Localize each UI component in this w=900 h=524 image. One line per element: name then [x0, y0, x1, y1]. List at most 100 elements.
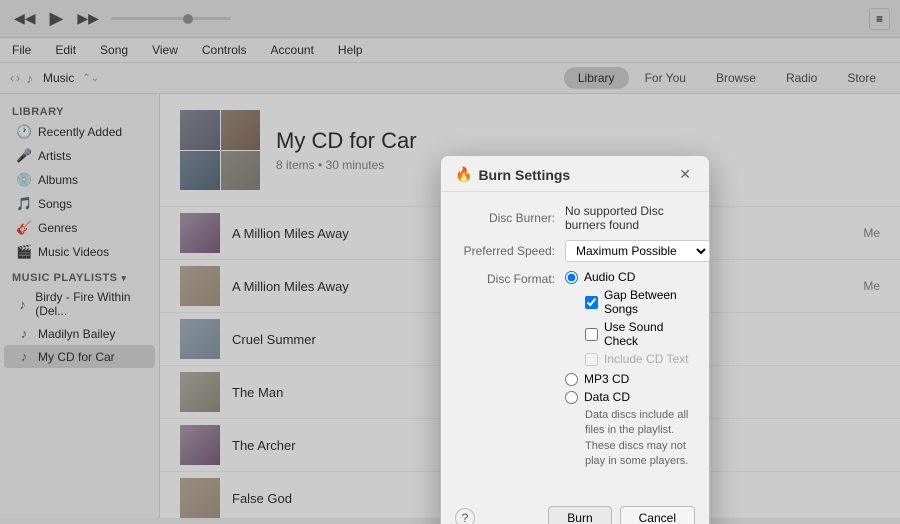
- song-thumb: [180, 266, 220, 306]
- rewind-button[interactable]: ◀◀: [10, 8, 40, 29]
- menu-song[interactable]: Song: [96, 41, 132, 59]
- song-extra: Me: [863, 226, 880, 240]
- playlist-info: My CD for Car 8 items • 30 minutes: [276, 128, 417, 172]
- menu-view[interactable]: View: [148, 41, 182, 59]
- playlist-art: [180, 110, 260, 190]
- data-cd-row: Data CD: [565, 390, 695, 404]
- disc-format-section: Audio CD Gap Between Songs Use Sound Che…: [565, 270, 695, 470]
- art-cell-2: [221, 110, 261, 150]
- song-thumb: [180, 425, 220, 465]
- menu-account[interactable]: Account: [267, 41, 318, 59]
- modal-footer: ? Burn Cancel: [441, 498, 709, 524]
- sidebar-item-recently-added[interactable]: 🕐 Recently Added: [4, 120, 155, 144]
- sidebar-label-madilyn: Madilyn Bailey: [38, 327, 115, 341]
- sidebar-item-my-cd[interactable]: ♪ My CD for Car: [4, 345, 155, 368]
- burn-button[interactable]: Burn: [548, 506, 611, 524]
- music-note-icon: ♪: [26, 70, 33, 86]
- disc-burner-row: Disc Burner: No supported Disc burners f…: [455, 204, 695, 232]
- menu-edit[interactable]: Edit: [51, 41, 80, 59]
- modal-buttons: Burn Cancel: [548, 506, 695, 524]
- playlists-section[interactable]: Music Playlists ▾: [0, 264, 159, 286]
- mp3-cd-radio[interactable]: [565, 373, 578, 386]
- music-videos-icon: 🎬: [16, 244, 32, 260]
- disc-burner-value: No supported Disc burners found: [565, 204, 695, 232]
- use-sound-check-checkbox[interactable]: [585, 328, 598, 341]
- data-cd-radio[interactable]: [565, 391, 578, 404]
- sidebar-label-my-cd: My CD for Car: [38, 350, 115, 364]
- art-cell-4: [221, 151, 261, 191]
- playlist-birdy-icon: ♪: [16, 297, 29, 312]
- preferred-speed-label: Preferred Speed:: [455, 244, 555, 258]
- cancel-button[interactable]: Cancel: [620, 506, 695, 524]
- top-bar-right: ≡: [869, 8, 890, 30]
- nav-back-button[interactable]: ‹: [10, 71, 14, 85]
- sidebar-item-albums[interactable]: 💿 Albums: [4, 168, 155, 192]
- albums-icon: 💿: [16, 172, 32, 188]
- sidebar-label-recently-added: Recently Added: [38, 125, 122, 139]
- playlist-madilyn-icon: ♪: [16, 326, 32, 341]
- close-button[interactable]: ✕: [675, 166, 695, 183]
- disc-format-row: Disc Format: Audio CD Gap Between Songs …: [455, 270, 695, 478]
- nav-stepper[interactable]: ⌃⌄: [82, 73, 99, 84]
- sidebar-item-artists[interactable]: 🎤 Artists: [4, 144, 155, 168]
- mp3-cd-row: MP3 CD: [565, 372, 695, 386]
- sidebar-label-albums: Albums: [38, 173, 78, 187]
- song-title: A Million Miles Away: [232, 226, 448, 241]
- fast-forward-button[interactable]: ▶▶: [73, 8, 103, 29]
- song-title: False God: [232, 491, 455, 506]
- modal-header: 🔥 Burn Settings ✕: [441, 156, 709, 192]
- menu-bar: File Edit Song View Controls Account Hel…: [0, 38, 900, 63]
- audio-cd-radio[interactable]: [565, 271, 578, 284]
- include-cd-text-label: Include CD Text: [604, 352, 689, 366]
- sidebar: Library 🕐 Recently Added 🎤 Artists 💿 Alb…: [0, 94, 160, 518]
- use-sound-check-label: Use Sound Check: [604, 320, 695, 348]
- nav-forward-button[interactable]: ›: [16, 71, 20, 85]
- playlists-chevron-icon: ▾: [122, 273, 127, 284]
- tab-store[interactable]: Store: [833, 67, 890, 89]
- tab-library[interactable]: Library: [564, 67, 629, 89]
- audio-cd-label: Audio CD: [584, 270, 635, 284]
- menu-toggle-button[interactable]: ≡: [869, 8, 890, 30]
- art-cell-1: [180, 110, 220, 150]
- include-cd-text-checkbox[interactable]: [585, 353, 598, 366]
- audio-cd-row: Audio CD: [565, 270, 695, 284]
- menu-controls[interactable]: Controls: [198, 41, 251, 59]
- sidebar-label-music-videos: Music Videos: [38, 245, 109, 259]
- tab-browse[interactable]: Browse: [702, 67, 770, 89]
- sidebar-item-genres[interactable]: 🎸 Genres: [4, 216, 155, 240]
- progress-thumb: [183, 14, 193, 24]
- progress-track: [111, 17, 231, 20]
- art-cell-3: [180, 151, 220, 191]
- sidebar-item-music-videos[interactable]: 🎬 Music Videos: [4, 240, 155, 264]
- song-title: Cruel Summer: [232, 332, 455, 347]
- sidebar-label-birdy: Birdy - Fire Within (Del...: [35, 290, 143, 318]
- tab-radio[interactable]: Radio: [772, 67, 831, 89]
- preferred-speed-select[interactable]: Maximum Possible: [565, 240, 710, 262]
- top-bar: ◀◀ ▶ ▶▶ ≡: [0, 0, 900, 38]
- recently-added-icon: 🕐: [16, 124, 32, 140]
- sidebar-label-artists: Artists: [38, 149, 71, 163]
- gap-between-songs-checkbox[interactable]: [585, 296, 598, 309]
- playlist-meta: 8 items • 30 minutes: [276, 158, 417, 172]
- song-title: A Million Miles Away: [232, 279, 448, 294]
- sidebar-item-songs[interactable]: 🎵 Songs: [4, 192, 155, 216]
- use-sound-check-row: Use Sound Check: [585, 320, 695, 348]
- sidebar-item-madilyn[interactable]: ♪ Madilyn Bailey: [4, 322, 155, 345]
- progress-bar[interactable]: [111, 17, 231, 20]
- sidebar-label-songs: Songs: [38, 197, 72, 211]
- help-button[interactable]: ?: [455, 508, 475, 524]
- gap-between-songs-label: Gap Between Songs: [604, 288, 695, 316]
- sidebar-item-birdy[interactable]: ♪ Birdy - Fire Within (Del...: [4, 286, 155, 322]
- menu-file[interactable]: File: [8, 41, 35, 59]
- gap-between-songs-row: Gap Between Songs: [585, 288, 695, 316]
- song-extra: Me: [863, 279, 880, 293]
- burn-settings-dialog: 🔥 Burn Settings ✕ Disc Burner: No suppor…: [440, 155, 710, 524]
- play-button[interactable]: ▶: [46, 6, 68, 31]
- data-cd-label: Data CD: [584, 390, 630, 404]
- data-cd-note: Data discs include all files in the play…: [585, 408, 695, 470]
- tab-for-you[interactable]: For You: [631, 67, 700, 89]
- transport-controls: ◀◀ ▶ ▶▶: [10, 6, 103, 31]
- preferred-speed-row: Preferred Speed: Maximum Possible: [455, 240, 695, 262]
- menu-help[interactable]: Help: [334, 41, 367, 59]
- playlist-art-grid: [180, 110, 260, 190]
